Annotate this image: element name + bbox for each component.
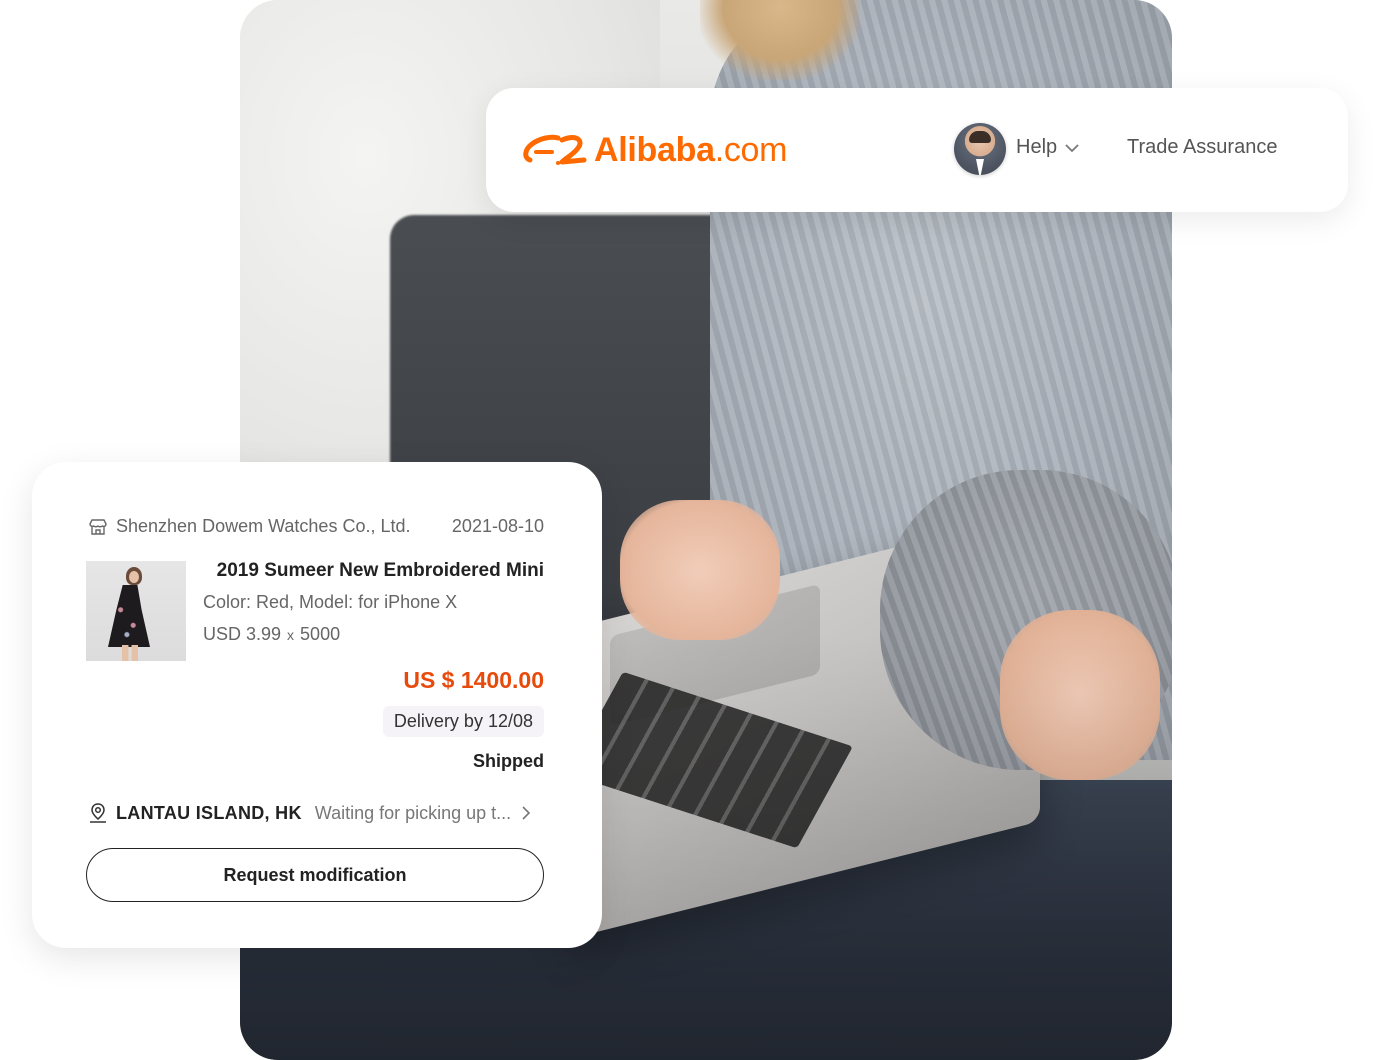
logo-wordmark: Alibaba.com: [594, 130, 788, 169]
help-menu[interactable]: Help: [1016, 136, 1079, 159]
trade-assurance-link[interactable]: Trade Assurance: [1127, 136, 1277, 159]
unit-price: USD 3.99: [203, 624, 282, 644]
request-modification-button[interactable]: Request modification: [86, 848, 544, 902]
alibaba-logo[interactable]: Alibaba.com: [522, 126, 787, 174]
delivery-badge: Delivery by 12/08: [382, 706, 544, 737]
order-card: Shenzhen Dowem Watches Co., Ltd. 2021-08…: [32, 462, 602, 948]
shipment-location-row[interactable]: LANTAU ISLAND, HK Waiting for picking up…: [88, 802, 544, 824]
help-label: Help: [1016, 136, 1058, 158]
chevron-right-icon: [522, 806, 531, 820]
order-status: Shipped: [473, 751, 544, 771]
location-name: LANTAU ISLAND, HK: [116, 802, 302, 823]
product-attributes: Color: Red, Model: for iPhone X: [203, 592, 458, 612]
location-status: Waiting for picking up t...: [314, 802, 512, 823]
product-title[interactable]: 2019 Sumeer New Embroidered Mini: [217, 560, 544, 582]
store-name[interactable]: Shenzhen Dowem Watches Co., Ltd.: [116, 516, 452, 537]
order-date: 2021-08-10: [451, 516, 544, 536]
header-bar: Alibaba.com Help Trade Assurance: [486, 88, 1348, 212]
user-avatar[interactable]: [954, 123, 1006, 175]
page: Alibaba.com Help Trade Assurance Shenzhe…: [0, 0, 1380, 1060]
alibaba-logo-icon: [523, 134, 587, 165]
product-thumbnail[interactable]: [86, 561, 186, 661]
location-pin-icon: [90, 803, 106, 823]
order-total: US $ 1400.00: [403, 667, 544, 693]
multiply-sign: x: [287, 627, 295, 643]
quantity: 5000: [300, 624, 341, 644]
store-icon: [89, 518, 107, 535]
store-row: Shenzhen Dowem Watches Co., Ltd. 2021-08…: [88, 516, 544, 537]
chevron-down-icon: [1065, 143, 1079, 152]
unit-price-line: USD 3.99 x 5000: [203, 624, 340, 645]
